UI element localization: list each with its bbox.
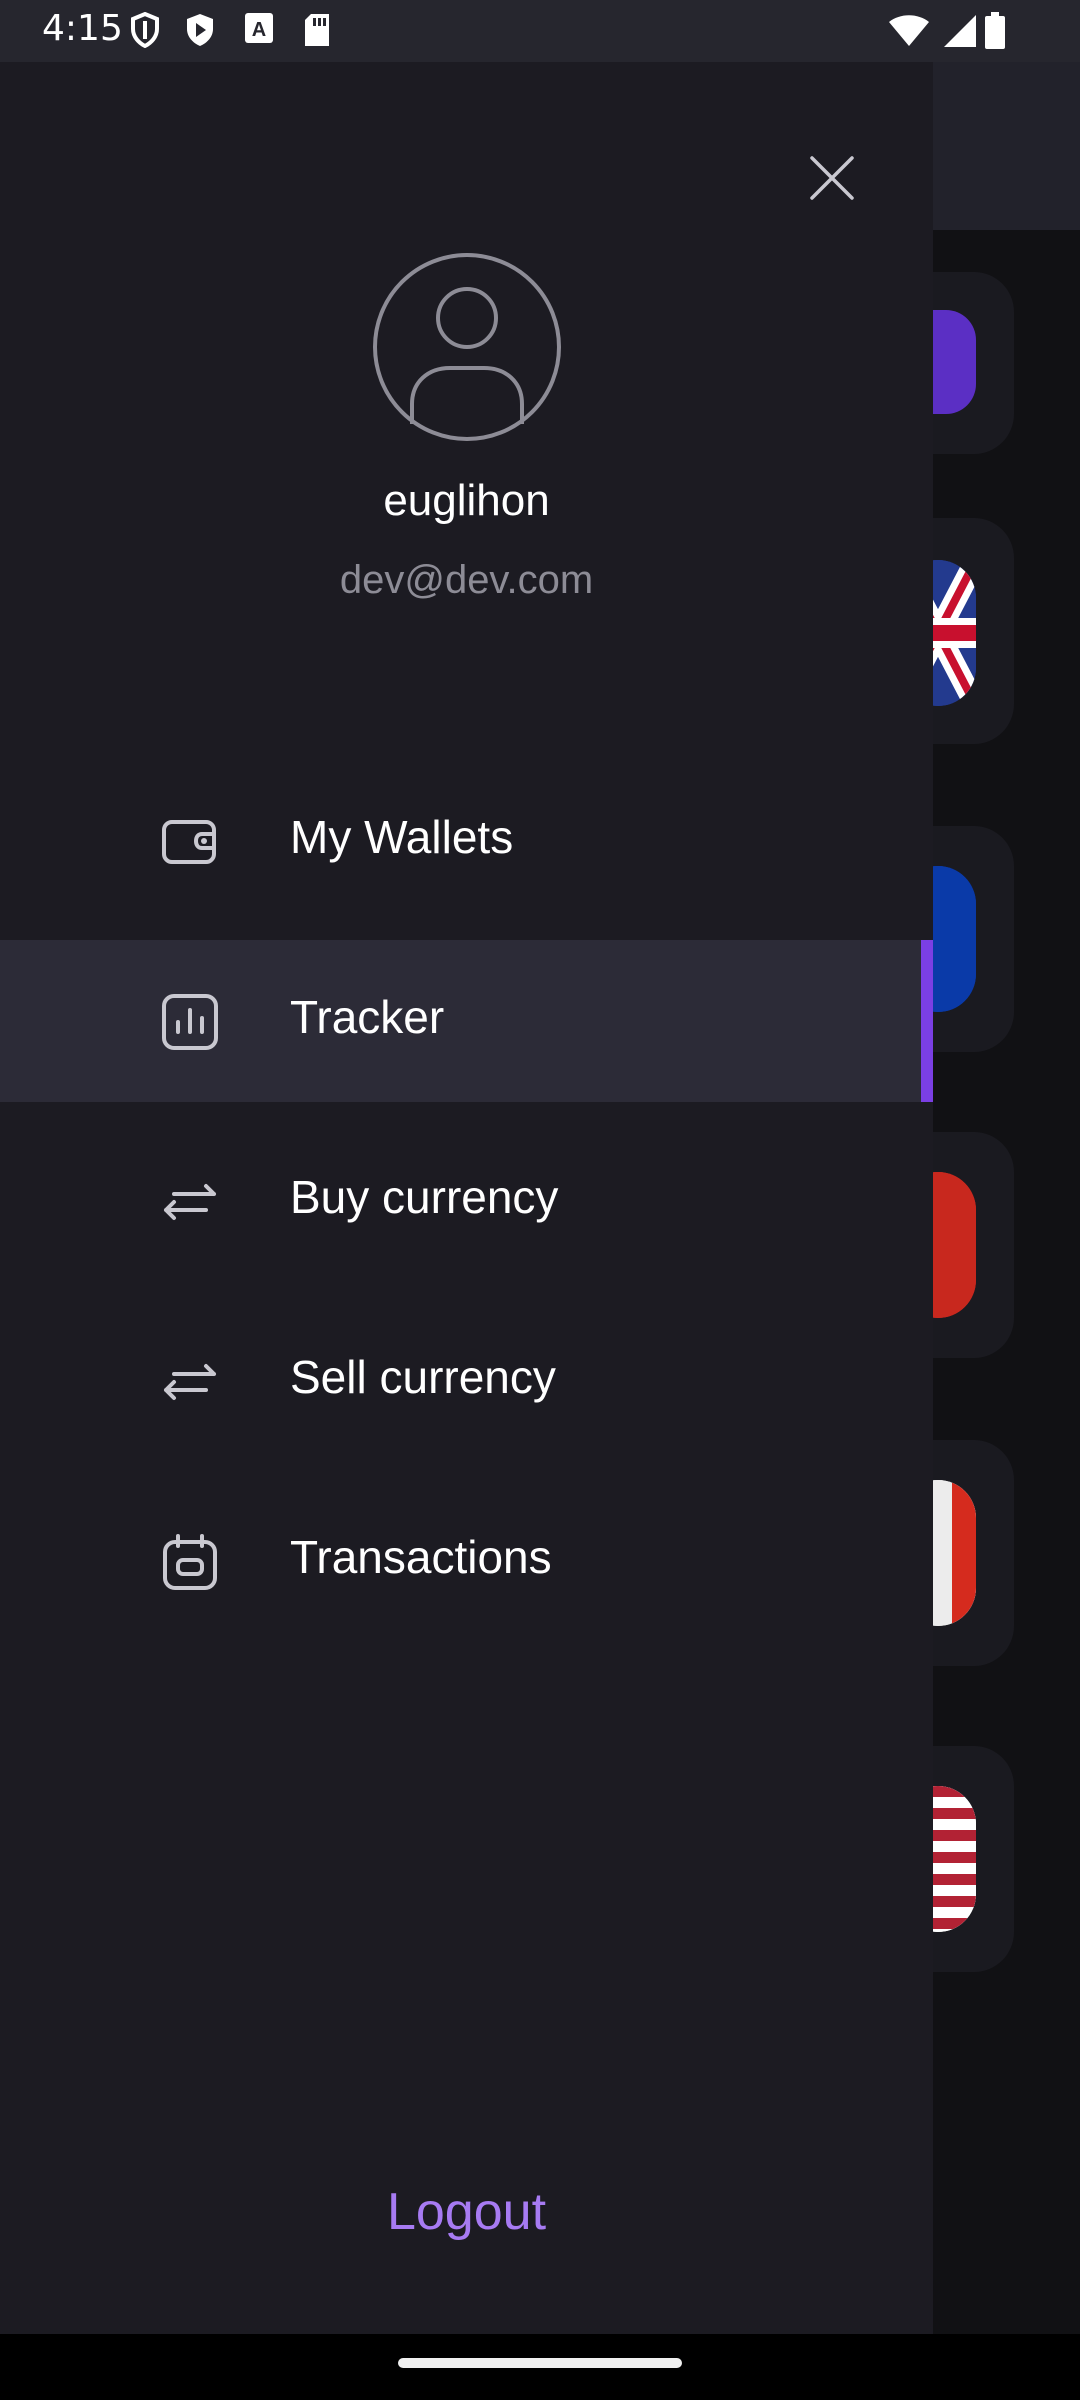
logout-button[interactable]: Logout — [0, 2182, 933, 2242]
avatar — [372, 252, 562, 442]
menu-item-label: Tracker — [290, 991, 445, 1043]
wallet-icon — [160, 814, 220, 870]
svg-text:A: A — [252, 19, 266, 41]
menu-item-buy-currency[interactable]: Buy currency — [0, 1120, 933, 1282]
battery-icon — [984, 12, 1006, 55]
wifi-icon — [888, 14, 930, 53]
sd-card-icon — [302, 12, 332, 53]
menu-item-tracker[interactable]: Tracker — [0, 940, 933, 1102]
play-protect-icon — [184, 12, 216, 53]
a-font-icon: A — [244, 12, 274, 49]
chart-icon — [160, 994, 220, 1050]
cellular-signal-icon — [942, 14, 978, 53]
profile-username: euglihon — [383, 476, 550, 525]
status-bar: 4:15 A — [0, 0, 1080, 62]
menu-item-transactions[interactable]: Transactions — [0, 1480, 933, 1642]
navigation-drawer: euglihon dev@dev.com My Wallets Tracker — [0, 62, 933, 2334]
system-navigation-bar — [0, 2334, 1080, 2400]
menu-item-label: My Wallets — [290, 811, 514, 863]
menu-item-sell-currency[interactable]: Sell currency — [0, 1300, 933, 1462]
menu-item-label: Sell currency — [290, 1351, 556, 1403]
profile-email: dev@dev.com — [339, 558, 594, 602]
calendar-icon — [160, 1534, 220, 1590]
exchange-arrows-icon — [160, 1174, 220, 1230]
shield-icon — [130, 11, 160, 53]
user-avatar-icon — [373, 253, 561, 441]
menu-item-my-wallets[interactable]: My Wallets — [0, 760, 933, 922]
status-time: 4:15 — [42, 8, 123, 49]
close-drawer-button[interactable] — [792, 138, 872, 218]
home-gesture-handle[interactable] — [398, 2358, 682, 2368]
menu-item-label: Transactions — [290, 1531, 552, 1583]
menu-item-label: Buy currency — [290, 1171, 559, 1223]
exchange-arrows-icon — [160, 1354, 220, 1410]
close-icon — [810, 156, 854, 200]
